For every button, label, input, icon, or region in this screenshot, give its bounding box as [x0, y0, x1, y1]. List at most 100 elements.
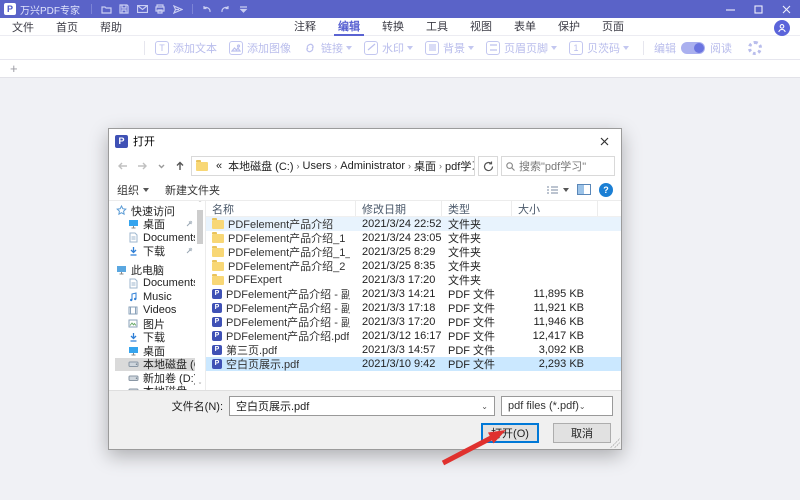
tab-edit[interactable]: 编辑	[334, 18, 364, 36]
file-row[interactable]: PPDFelement产品介绍 - 副本-复制-复制-... 2021/3/3 …	[206, 315, 621, 329]
menu-home[interactable]: 首页	[52, 19, 82, 35]
column-name[interactable]: 名称ˆ	[206, 201, 356, 216]
pdf-file-icon: P	[212, 303, 222, 313]
bates-number-button[interactable]: 1 贝茨码	[569, 40, 629, 56]
sidebar-downloads-pinned[interactable]: 下载	[115, 245, 195, 259]
desktop-icon	[127, 219, 139, 230]
tab-convert[interactable]: 转换	[378, 18, 408, 36]
file-row[interactable]: PDFelement产品介绍_1 2021/3/24 23:05文件夹	[206, 231, 621, 245]
add-text-icon: T	[155, 41, 169, 55]
resize-grip[interactable]	[610, 438, 620, 448]
back-button[interactable]	[115, 158, 131, 174]
link-button[interactable]: 链接	[303, 40, 352, 56]
file-row[interactable]: PPDFelement产品介绍.pdf 2021/3/12 16:17PDF 文…	[206, 329, 621, 343]
sidebar-desktop-pinned[interactable]: 桌面	[115, 218, 195, 232]
dialog-close-button[interactable]	[587, 129, 621, 153]
search-input[interactable]: 搜索"pdf学习"	[501, 156, 615, 176]
background-icon	[425, 41, 439, 55]
new-tab-button[interactable]: +	[10, 62, 18, 75]
breadcrumb-disk-c[interactable]: 本地磁盘 (C:)	[225, 158, 296, 174]
share-icon[interactable]	[169, 2, 187, 16]
header-footer-button[interactable]: 页眉页脚	[486, 40, 557, 56]
forward-button[interactable]	[134, 158, 150, 174]
gear-icon[interactable]	[748, 41, 762, 55]
pdf-file-icon: P	[212, 331, 222, 341]
file-row[interactable]: PDFExpert 2021/3/3 17:20文件夹	[206, 273, 621, 287]
breadcrumb-desktop[interactable]: 桌面	[411, 158, 439, 174]
film-icon	[127, 305, 139, 316]
change-view-button[interactable]	[546, 185, 569, 195]
sidebar-scrollbar[interactable]: ˆ ˇ	[195, 201, 205, 390]
mode-toggle-switch[interactable]	[681, 42, 705, 54]
organize-button[interactable]: 组织	[117, 182, 149, 198]
file-row[interactable]: PDFelement产品介绍_2 2021/3/25 8:35文件夹	[206, 259, 621, 273]
scrollbar-thumb[interactable]	[197, 210, 203, 244]
navigation-pane: 快速访问 桌面 Documents 下载	[109, 201, 195, 390]
undo-icon[interactable]	[198, 2, 216, 16]
account-avatar[interactable]	[774, 20, 790, 36]
file-list: 名称ˆ 修改日期 类型 大小 PDFelement产品介绍 2021/3/24 …	[205, 201, 621, 390]
breadcrumb-administrator[interactable]: Administrator	[337, 160, 408, 172]
refresh-button[interactable]	[478, 156, 498, 176]
sidebar-this-pc[interactable]: 此电脑	[115, 263, 195, 277]
background-button[interactable]: 背景	[425, 40, 474, 56]
file-row[interactable]: P第三页.pdf 2021/3/3 14:57PDF 文件3,092 KB	[206, 343, 621, 357]
file-row[interactable]: PPDFelement产品介绍 - 副本-复制.pdf 2021/3/3 14:…	[206, 287, 621, 301]
add-image-button[interactable]: 添加图像	[229, 40, 291, 56]
file-row[interactable]: PPDFelement产品介绍 - 副本-复制-复制... 2021/3/3 1…	[206, 301, 621, 315]
title-bar: P 万兴PDF专家	[0, 0, 800, 18]
maximize-button[interactable]	[744, 0, 772, 18]
print-icon[interactable]	[151, 2, 169, 16]
add-text-button[interactable]: T 添加文本	[155, 40, 217, 56]
breadcrumb-pdf-study[interactable]: pdf学习	[442, 158, 475, 174]
dialog-title: 打开	[133, 133, 155, 149]
chevron-down-icon: ⌄	[579, 402, 586, 411]
recent-locations-chevron-icon[interactable]	[153, 158, 169, 174]
open-file-icon[interactable]	[97, 2, 115, 16]
sidebar-music[interactable]: Music	[115, 290, 195, 304]
filetype-select[interactable]: pdf files (*.pdf) ⌄	[501, 396, 613, 416]
filename-input[interactable]: 空白页展示.pdf ⌄	[229, 396, 495, 416]
add-image-icon	[229, 41, 243, 55]
tab-view[interactable]: 视图	[466, 18, 496, 36]
scroll-down-icon[interactable]: ˇ	[199, 383, 201, 390]
preview-pane-icon[interactable]	[577, 184, 591, 195]
redo-icon[interactable]	[216, 2, 234, 16]
breadcrumb-prefix: «	[213, 160, 225, 172]
cancel-button[interactable]: 取消	[553, 423, 611, 443]
column-type[interactable]: 类型	[442, 201, 512, 216]
tab-page[interactable]: 页面	[598, 18, 628, 36]
desktop-icon	[127, 345, 139, 356]
column-date-modified[interactable]: 修改日期	[356, 201, 442, 216]
sidebar-documents[interactable]: Documents	[115, 277, 195, 291]
close-button[interactable]	[772, 0, 800, 18]
column-size[interactable]: 大小	[512, 201, 598, 216]
tab-protect[interactable]: 保护	[554, 18, 584, 36]
scroll-up-icon[interactable]: ˆ	[199, 201, 201, 208]
hard-drive-icon	[127, 359, 139, 370]
tab-comment[interactable]: 注释	[290, 18, 320, 36]
address-bar: « 本地磁盘 (C:) › Users › Administrator › 桌面…	[109, 153, 621, 179]
watermark-button[interactable]: 水印	[364, 40, 413, 56]
folder-icon	[212, 248, 224, 257]
tab-tools[interactable]: 工具	[422, 18, 452, 36]
menu-help[interactable]: 帮助	[96, 19, 126, 35]
file-row-selected[interactable]: P空白页展示.pdf 2021/3/10 9:42PDF 文件2,293 KB	[206, 357, 621, 371]
file-row[interactable]: PDFelement产品介绍 2021/3/24 22:52文件夹	[206, 217, 621, 231]
tab-form[interactable]: 表单	[510, 18, 540, 36]
toolbar-collapse-icon[interactable]	[234, 2, 252, 16]
open-button[interactable]: 打开(O)	[481, 423, 539, 443]
file-row[interactable]: PDFelement产品介绍_1_1 2021/3/25 8:29文件夹	[206, 245, 621, 259]
menu-file[interactable]: 文件	[8, 19, 38, 35]
new-folder-button[interactable]: 新建文件夹	[165, 182, 220, 198]
chevron-down-icon	[346, 46, 352, 50]
breadcrumb[interactable]: « 本地磁盘 (C:) › Users › Administrator › 桌面…	[191, 156, 475, 176]
help-icon[interactable]: ?	[599, 183, 613, 197]
minimize-button[interactable]	[716, 0, 744, 18]
search-placeholder: 搜索"pdf学习"	[519, 158, 586, 174]
up-button[interactable]	[172, 158, 188, 174]
mail-icon[interactable]	[133, 2, 151, 16]
breadcrumb-users[interactable]: Users	[300, 160, 335, 172]
pdfelement-icon: P	[115, 135, 128, 148]
save-icon[interactable]	[115, 2, 133, 16]
